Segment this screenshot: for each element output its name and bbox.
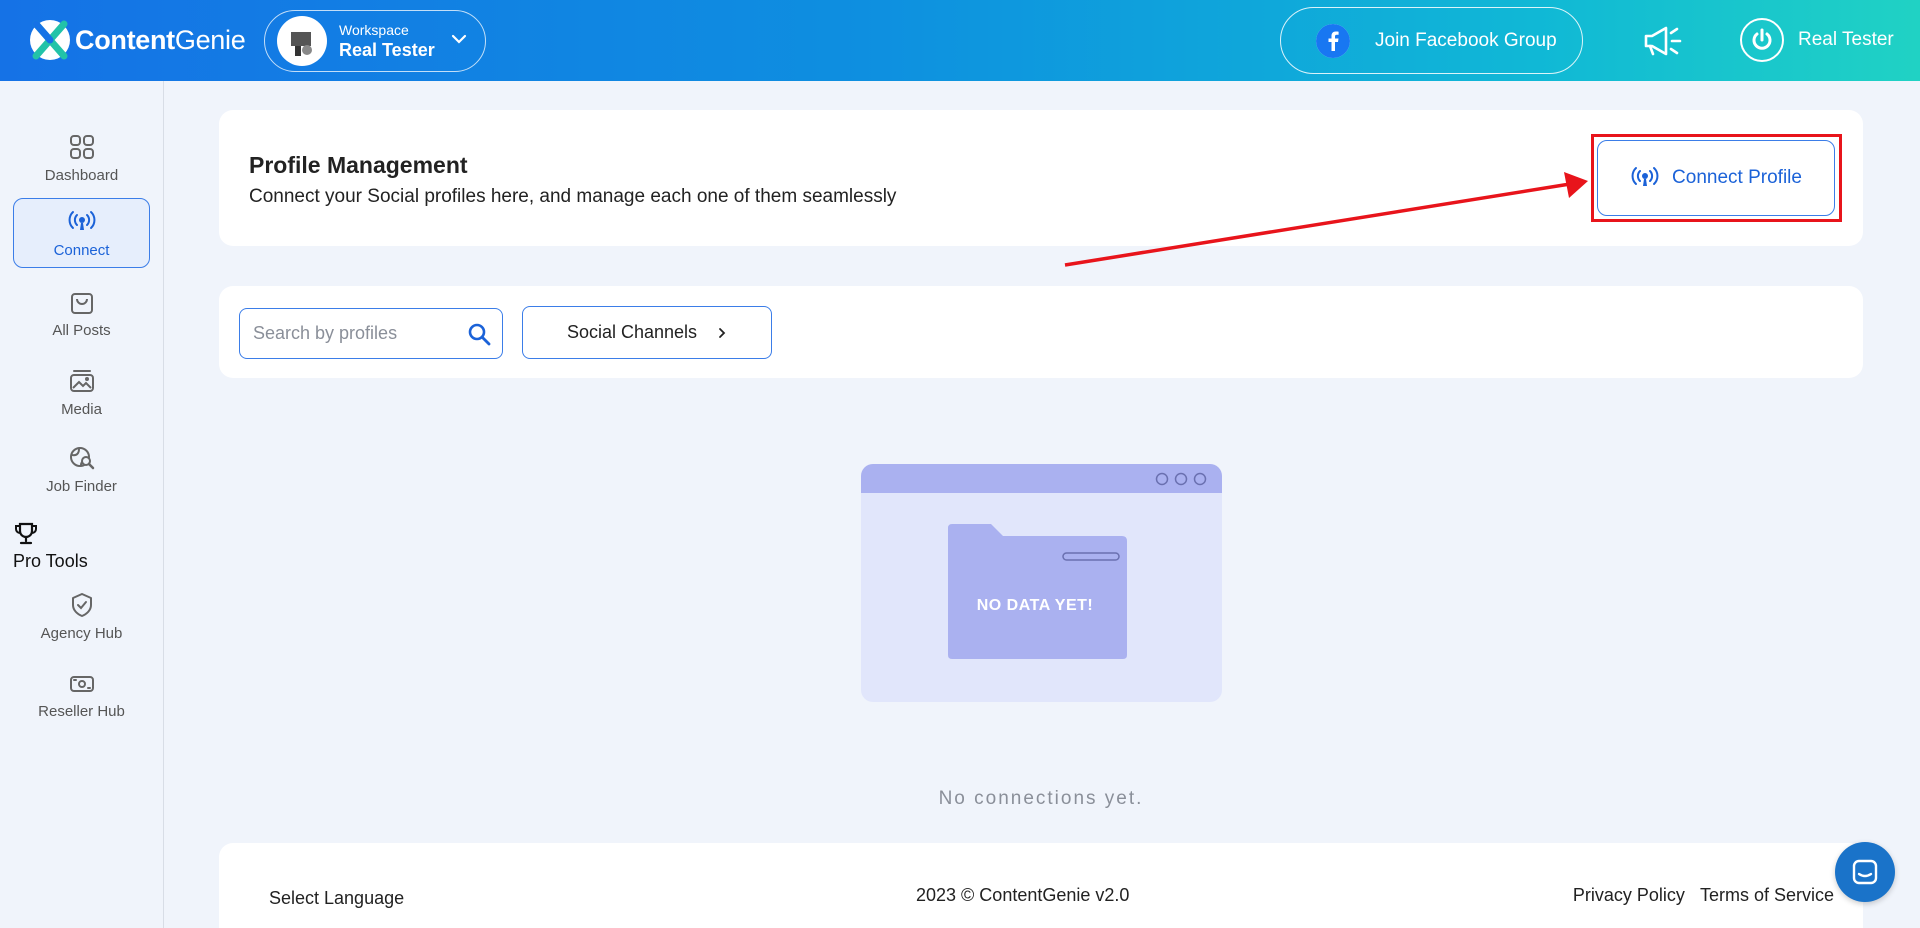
sidebar-item-label: Dashboard: [44, 166, 119, 184]
pro-tools-heading: Pro Tools: [13, 521, 88, 572]
workspace-name: Real Tester: [339, 39, 435, 60]
workspace-label: Workspace: [339, 21, 409, 38]
money-icon: [69, 675, 94, 692]
facebook-button-label: Join Facebook Group: [1375, 29, 1557, 51]
logo[interactable]: ContentGenie: [28, 16, 246, 64]
chat-launcher-button[interactable]: [1835, 842, 1895, 902]
sidebar-item-label: Job Finder: [46, 477, 117, 495]
top-bar: ContentGenie Workspace Real Tester Join …: [0, 0, 1920, 81]
brand-name-bold: Content: [75, 24, 175, 55]
user-name: Real Tester: [1798, 29, 1894, 50]
no-data-illustration: [861, 464, 1222, 702]
join-facebook-group-button[interactable]: Join Facebook Group: [1280, 7, 1583, 74]
bag-icon: [70, 292, 93, 314]
facebook-icon: [1316, 23, 1350, 58]
sidebar-item-agency-hub[interactable]: Agency Hub: [13, 581, 150, 651]
copyright-text: 2023 © ContentGenie v2.0: [916, 885, 1130, 905]
trophy-icon: [15, 522, 37, 545]
footer: Select Language 2023 © ContentGenie v2.0…: [219, 843, 1863, 928]
search-box: [239, 308, 503, 359]
megaphone-icon[interactable]: [1640, 22, 1684, 60]
sidebar-item-label: All Posts: [52, 321, 111, 339]
sidebar-item-media[interactable]: Media: [13, 357, 150, 427]
select-language-link[interactable]: Select Language: [269, 888, 404, 909]
grid-icon: [69, 134, 94, 159]
sidebar-item-job-finder[interactable]: Job Finder: [13, 434, 150, 504]
connect-profile-label: Connect Profile: [1672, 167, 1802, 188]
sidebar-item-label: Reseller Hub: [38, 702, 125, 720]
search-input[interactable]: [253, 323, 453, 344]
terms-of-service-link[interactable]: Terms of Service: [1700, 885, 1834, 905]
page-title: Profile Management: [249, 152, 468, 178]
sidebar-item-reseller-hub[interactable]: Reseller Hub: [13, 659, 150, 729]
chevron-right-icon: [719, 327, 726, 338]
empty-state-message: No connections yet.: [938, 788, 1144, 809]
footer-links: Privacy Policy Terms of Service: [1563, 885, 1834, 906]
shield-check-icon: [71, 592, 92, 617]
image-stack-icon: [69, 369, 94, 392]
sidebar-item-label: Agency Hub: [40, 624, 123, 642]
filters-card: Social Channels: [219, 286, 1863, 378]
connect-profile-button[interactable]: Connect Profile: [1597, 140, 1835, 216]
chevron-down-icon: [451, 34, 467, 44]
workspace-selector[interactable]: Workspace Real Tester: [264, 10, 486, 72]
page-subtitle: Connect your Social profiles here, and m…: [249, 186, 897, 207]
pro-tools-label: Pro Tools: [13, 551, 88, 571]
sidebar-item-dashboard[interactable]: Dashboard: [13, 123, 150, 193]
privacy-policy-link[interactable]: Privacy Policy: [1573, 885, 1685, 905]
brand-name-light: Genie: [174, 24, 246, 55]
power-icon: [1740, 18, 1784, 62]
search-icon[interactable]: [466, 321, 492, 347]
genie-logo-icon: [30, 20, 70, 60]
sidebar-item-all-posts[interactable]: All Posts: [13, 278, 150, 348]
user-menu[interactable]: Real Tester: [1740, 18, 1894, 62]
annotation-arrow: [1064, 172, 1588, 267]
workspace-avatar: [277, 16, 327, 66]
chat-icon: [1852, 859, 1878, 885]
social-channels-button[interactable]: Social Channels: [522, 306, 772, 359]
sidebar-item-label: Media: [61, 400, 102, 418]
social-channels-label: Social Channels: [566, 322, 698, 342]
globe-search-icon: [69, 446, 94, 469]
no-data-illustration-label: NO DATA YET!: [976, 597, 1094, 614]
sidebar-item-label: Connect: [53, 241, 110, 259]
sidebar-item-connect[interactable]: Connect: [13, 198, 150, 268]
broadcast-icon: [1631, 167, 1659, 186]
broadcast-icon: [68, 210, 95, 230]
